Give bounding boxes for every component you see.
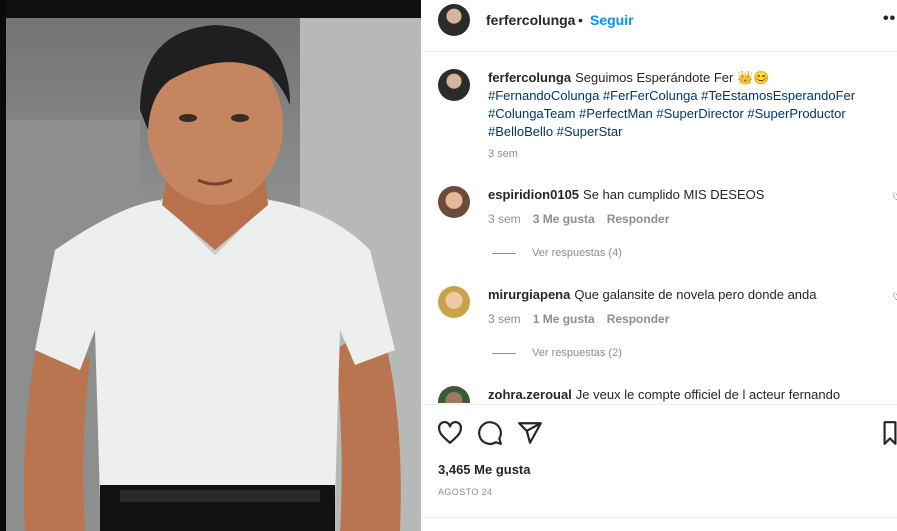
follow-button[interactable]: Seguir [590,12,634,28]
author-username[interactable]: ferfercolunga [486,12,575,28]
comment: mirurgiapena Que galansite de novela pero… [488,286,817,304]
reply-button[interactable]: Responder [607,312,670,326]
author-avatar[interactable] [438,4,470,36]
comment-icon[interactable] [477,420,503,446]
comment: espiridion0105 Se han cumplido MIS DESEOS [488,186,764,204]
view-replies-label: Ver respuestas (4) [532,247,622,259]
post-photo [0,0,421,531]
comment-avatar[interactable] [438,286,470,318]
comment-meta: 3 sem 3 Me gusta Responder [488,212,669,226]
post-actions: 3,465 Me gusta AGOSTO 24 [421,404,897,531]
post-header: ferfercolunga • Seguir •• [421,0,897,52]
comment-like-icon[interactable]: ♡ [892,192,897,203]
comments-list[interactable]: ferfercolunga Seguimos Esperándote Fer 👑😊… [421,53,897,403]
post-side-panel: ferfercolunga • Seguir •• ferfercolunga S… [421,0,897,531]
view-replies-button[interactable]: Ver respuestas (2) [492,347,622,359]
comment-username[interactable]: zohra.zeroual [488,387,572,402]
caption-avatar[interactable] [438,69,470,101]
comment-likes[interactable]: 3 Me gusta [533,212,595,226]
heart-icon[interactable] [437,420,463,446]
caption-timestamp[interactable]: 3 sem [488,148,518,160]
comment-text: Que galansite de novela pero donde anda [574,287,817,302]
post-date[interactable]: AGOSTO 24 [438,487,492,497]
comment-text: Je veux le compte officiel de l acteur f… [575,387,841,402]
caption-hashtags-line1[interactable]: #FernandoColunga #FerFerColunga #TeEstam… [488,88,855,103]
comment-avatar[interactable] [438,186,470,218]
replies-divider [492,352,516,354]
comment-avatar[interactable] [438,386,470,403]
photo-illustration [0,0,421,531]
reply-button[interactable]: Responder [607,212,670,226]
view-replies-button[interactable]: Ver respuestas (4) [492,247,622,259]
comment-text: Se han cumplido MIS DESEOS [583,187,765,202]
photo-left-edge [0,0,6,531]
comment-username[interactable]: mirurgiapena [488,287,570,302]
bookmark-icon[interactable] [883,420,897,446]
caption-hashtags-line3[interactable]: #BelloBello #SuperStar [488,124,622,139]
share-icon[interactable] [517,420,543,446]
separator-dot: • [578,12,583,28]
comment: zohra.zeroual Je veux le compte officiel … [488,386,840,403]
caption-username[interactable]: ferfercolunga [488,70,571,85]
comment-likes[interactable]: 1 Me gusta [533,312,595,326]
replies-divider [492,252,516,254]
more-options-icon[interactable]: •• [883,10,896,28]
add-comment-area[interactable] [421,517,897,531]
comment-meta: 3 sem 1 Me gusta Responder [488,312,669,326]
likes-count[interactable]: 3,465 Me gusta [438,462,531,477]
photo-top-edge [0,0,421,18]
comment-like-icon[interactable]: ♡ [892,292,897,303]
comment-username[interactable]: espiridion0105 [488,187,579,202]
view-replies-label: Ver respuestas (2) [532,347,622,359]
comment-time[interactable]: 3 sem [488,312,521,326]
caption-hashtags-line2[interactable]: #ColungaTeam #PerfectMan #SuperDirector … [488,106,846,121]
caption: ferfercolunga Seguimos Esperándote Fer 👑😊… [488,69,888,141]
caption-text: Seguimos Esperándote Fer 👑😊 [575,70,770,85]
comment-time[interactable]: 3 sem [488,212,521,226]
